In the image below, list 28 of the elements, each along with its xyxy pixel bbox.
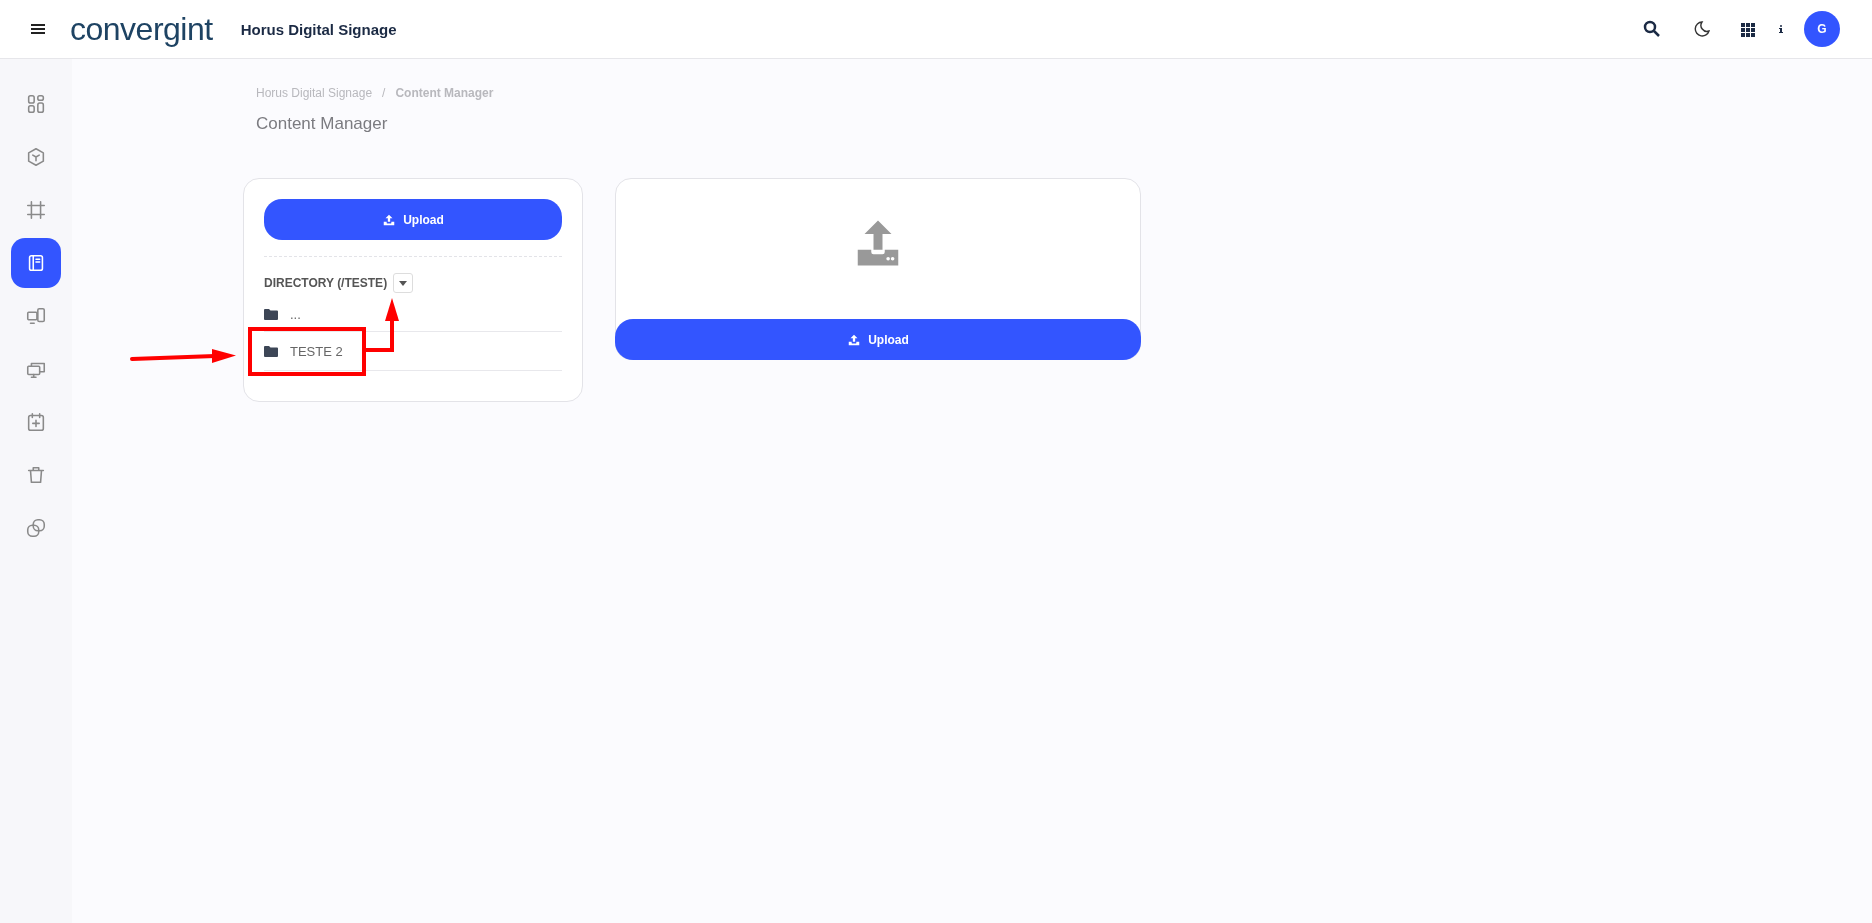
page-title: Content Manager: [256, 114, 389, 134]
folder-icon: [264, 345, 278, 357]
dashboard-icon: [25, 93, 47, 115]
user-avatar[interactable]: G: [1804, 11, 1840, 47]
menu-icon[interactable]: [30, 22, 46, 36]
breadcrumb-item: Content Manager: [395, 86, 494, 100]
caret-icon: [399, 280, 408, 286]
upload-button[interactable]: Upload: [615, 319, 1141, 360]
breadcrumb-separator: /: [382, 86, 386, 100]
cube-icon: [25, 146, 47, 168]
devices-icon: [25, 305, 47, 327]
sidebar-item[interactable]: [11, 238, 61, 288]
directory-label: DIRECTORY (/TESTE): [264, 276, 388, 290]
upload-dropzone[interactable]: Upload: [615, 178, 1141, 360]
frame-icon: [25, 199, 47, 221]
folder-row[interactable]: TESTE 2: [264, 332, 562, 371]
search-icon[interactable]: [1642, 19, 1662, 39]
upload-icon: [847, 332, 862, 347]
folder-icon: [264, 308, 278, 320]
app-title: Horus Digital Signage: [240, 20, 397, 38]
calendar-add-icon: [25, 411, 47, 433]
annotation-arrow: [366, 298, 399, 352]
trash-icon: [25, 464, 47, 486]
overlap-icon: [25, 517, 47, 539]
upload-button[interactable]: Upload: [264, 199, 562, 240]
upload-icon: [382, 212, 397, 227]
dropdown-button[interactable]: [393, 273, 414, 293]
logo: convergint: [70, 13, 213, 45]
